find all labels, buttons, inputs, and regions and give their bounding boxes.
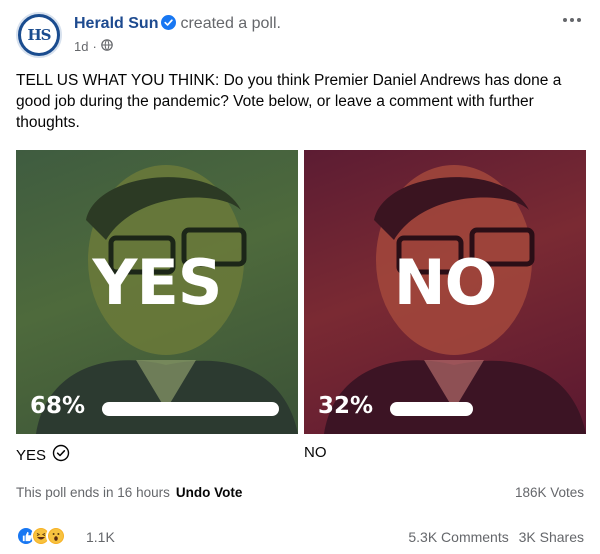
avatar-logo-text: HS: [27, 26, 51, 44]
poll-options: YES 68% NO 32%: [16, 150, 586, 434]
post-action-text: created a poll.: [180, 15, 281, 32]
undo-vote-button[interactable]: Undo Vote: [176, 485, 243, 500]
globe-icon: [101, 39, 113, 54]
poll-choice-label-yes: YES: [16, 446, 47, 464]
poll-option-yes[interactable]: YES 68%: [16, 150, 298, 434]
poll-choice-label-no: NO: [304, 444, 327, 461]
reaction-icons[interactable]: [16, 526, 66, 546]
poll-percent-yes: 68%: [30, 393, 86, 419]
poll-overlay-text-yes: YES: [92, 246, 223, 319]
poll-choice-no[interactable]: NO: [304, 444, 327, 461]
vote-count[interactable]: 186K Votes: [515, 485, 584, 500]
post-body-text: TELL US WHAT YOU THINK: Do you think Pre…: [16, 72, 562, 131]
poll-overlay-text-no: NO: [393, 246, 498, 319]
poll-choice-yes[interactable]: YES: [16, 444, 70, 466]
more-options-icon[interactable]: [560, 14, 584, 30]
poll-end-text: This poll ends in 16 hours: [16, 485, 170, 500]
wow-icon: [46, 526, 66, 546]
dot-separator: ·: [92, 39, 97, 54]
engagement-stats: 5.3K Comments 3K Shares: [402, 529, 584, 545]
comments-count-link[interactable]: 5.3K Comments: [408, 529, 508, 545]
post-meta: 1d ·: [74, 39, 113, 54]
poll-result-bar-yes: [102, 402, 279, 416]
engagement-bar: 1.1K 5.3K Comments 3K Shares: [16, 526, 584, 548]
avatar-logo: HS: [21, 17, 57, 53]
shares-count-link[interactable]: 3K Shares: [519, 529, 584, 545]
poll-option-no[interactable]: NO 32%: [304, 150, 586, 434]
page-avatar[interactable]: HS: [16, 12, 62, 58]
poll-end-info: This poll ends in 16 hours Undo Vote: [16, 485, 242, 500]
verified-badge-icon: [161, 15, 177, 35]
reaction-count[interactable]: 1.1K: [86, 529, 115, 545]
post-timestamp[interactable]: 1d: [74, 39, 88, 54]
post-header: HS Herald Sun created a poll. 1d ·: [16, 12, 584, 58]
poll-result-bar-no: [390, 402, 473, 416]
page-name-link[interactable]: Herald Sun: [74, 15, 158, 32]
post-title-line: Herald Sun created a poll.: [74, 15, 281, 35]
poll-percent-no: 32%: [318, 393, 374, 419]
selected-check-icon: [52, 444, 70, 466]
